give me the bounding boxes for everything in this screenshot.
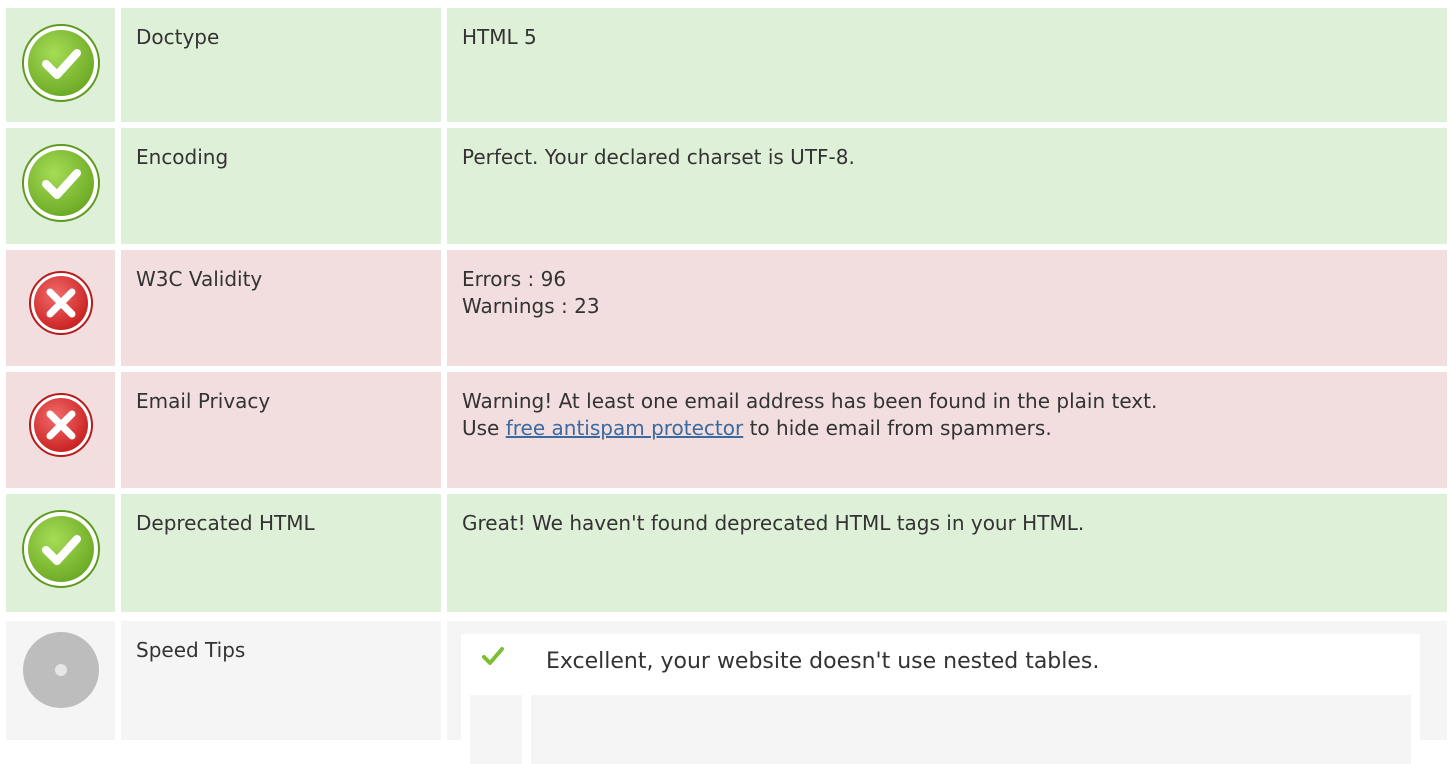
warning-text: Warning! At least one email address has … [462, 389, 1158, 413]
report-row-doctype: Doctype HTML 5 [0, 8, 1450, 122]
advice-suffix: to hide email from spammers. [743, 416, 1052, 440]
result-text: Great! We haven't found deprecated HTML … [462, 511, 1085, 535]
antispam-protector-link[interactable]: free antispam protector [506, 416, 744, 440]
status-cell [6, 494, 115, 612]
report-row-encoding: Encoding Perfect. Your declared charset … [0, 128, 1450, 244]
error-circle-icon [28, 392, 94, 458]
neutral-circle-icon [22, 631, 100, 709]
check-name: Email Privacy [121, 372, 441, 488]
checkmark-icon [482, 646, 504, 666]
errors-count: Errors : 96 [462, 267, 567, 291]
check-label: Encoding [136, 145, 229, 169]
check-result: Perfect. Your declared charset is UTF-8. [447, 128, 1447, 244]
seo-report-table: Doctype HTML 5 Encoding Perfect. Your de… [0, 0, 1450, 764]
report-row-speed-tips: Speed Tips Excellent, your website doesn… [0, 621, 1450, 764]
report-row-email-privacy: Email Privacy Warning! At least one emai… [0, 372, 1450, 488]
status-cell [6, 621, 115, 740]
tip-text: Excellent, your website doesn't use nest… [546, 649, 1100, 674]
check-name: Speed Tips [121, 621, 441, 740]
warnings-count: Warnings : 23 [462, 294, 600, 318]
check-name: Deprecated HTML [121, 494, 441, 612]
speed-tips-panel: Excellent, your website doesn't use nest… [461, 634, 1420, 764]
check-circle-icon [20, 22, 102, 104]
check-circle-icon [20, 508, 102, 590]
check-name: Doctype [121, 8, 441, 122]
status-cell [6, 8, 115, 122]
advice-prefix: Use [462, 416, 506, 440]
check-result: Errors : 96 Warnings : 23 [447, 250, 1447, 366]
check-result: Great! We haven't found deprecated HTML … [447, 494, 1447, 612]
check-label: Email Privacy [136, 389, 271, 413]
check-name: W3C Validity [121, 250, 441, 366]
tip-subrow-text-cell [531, 695, 1411, 764]
tip-subrow-icon-cell [470, 695, 522, 764]
status-cell [6, 372, 115, 488]
status-cell [6, 128, 115, 244]
status-cell [6, 250, 115, 366]
advice-text: Use free antispam protector to hide emai… [462, 415, 1447, 442]
check-label: W3C Validity [136, 267, 263, 291]
error-circle-icon [28, 270, 94, 336]
check-result: HTML 5 [447, 8, 1447, 122]
check-label: Speed Tips [136, 638, 246, 662]
check-label: Doctype [136, 25, 220, 49]
check-result: Excellent, your website doesn't use nest… [447, 621, 1447, 764]
result-text: Perfect. Your declared charset is UTF-8. [462, 145, 855, 169]
check-circle-icon [20, 142, 102, 224]
check-name: Encoding [121, 128, 441, 244]
report-row-deprecated-html: Deprecated HTML Great! We haven't found … [0, 494, 1450, 612]
report-row-w3c-validity: W3C Validity Errors : 96 Warnings : 23 [0, 250, 1450, 366]
result-text: HTML 5 [462, 25, 537, 49]
tip-item: Excellent, your website doesn't use nest… [461, 634, 1420, 686]
check-label: Deprecated HTML [136, 511, 315, 535]
check-result: Warning! At least one email address has … [447, 372, 1447, 488]
